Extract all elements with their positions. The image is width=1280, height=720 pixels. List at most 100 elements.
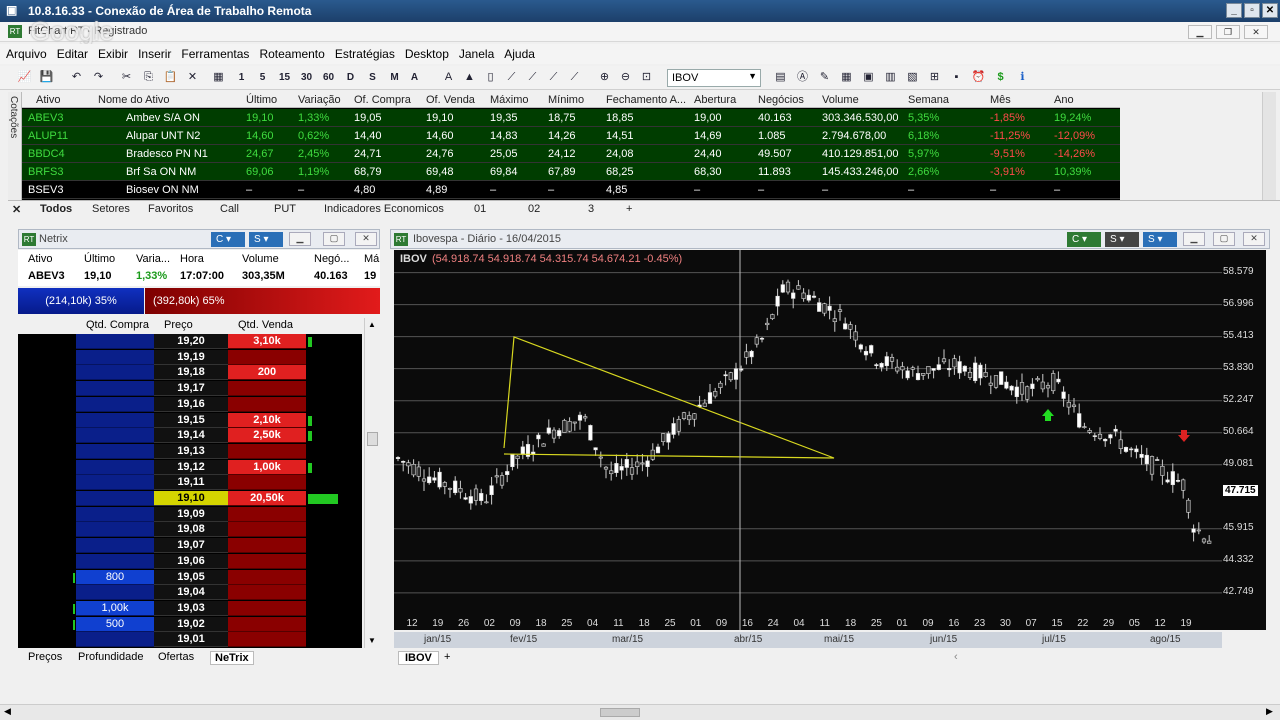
- book-row[interactable]: 19,11: [18, 475, 362, 491]
- draw-tool-icon-0[interactable]: A: [440, 69, 457, 86]
- netrix-tab[interactable]: Profundidade: [78, 651, 143, 663]
- book-row[interactable]: 19,07: [18, 538, 362, 554]
- tool-icon-3[interactable]: ▦: [838, 69, 855, 86]
- quote-row[interactable]: BRFS3 Brf Sa ON NM 69,06 1,19% 68,79 69,48 69,…: [22, 163, 1120, 181]
- symbol-select[interactable]: IBOV ▼: [667, 69, 761, 87]
- rd-close-button[interactable]: ✕: [1262, 3, 1278, 18]
- timeframe-S-button[interactable]: S: [364, 69, 381, 86]
- book-row[interactable]: 19,20 3,10k: [18, 334, 362, 349]
- book-scroll-thumb[interactable]: [367, 432, 378, 446]
- quotes-col-header[interactable]: Ativo: [36, 94, 60, 106]
- toolbar-icon-2[interactable]: ↶: [68, 69, 85, 86]
- draw-tool-icon-6[interactable]: ⟋: [566, 69, 583, 86]
- menu-item-8[interactable]: Janela: [453, 44, 498, 61]
- menu-item-4[interactable]: Ferramentas: [175, 44, 253, 61]
- timeframe-1-button[interactable]: 1: [233, 69, 250, 86]
- netrix-tab[interactable]: NeTrix: [210, 651, 254, 665]
- rd-restore-button[interactable]: ▫: [1244, 3, 1260, 18]
- tool-icon-6[interactable]: ▧: [904, 69, 921, 86]
- quotes-scrollbar[interactable]: [1262, 92, 1276, 200]
- toolbar-icon-0[interactable]: 📈: [16, 69, 33, 86]
- draw-tool-icon-5[interactable]: ⟋: [545, 69, 562, 86]
- book-row[interactable]: 19,14 2,50k: [18, 428, 362, 444]
- quotes-tab[interactable]: 02: [528, 203, 540, 215]
- quotes-tab[interactable]: Setores: [92, 203, 130, 215]
- draw-tool-icon-1[interactable]: ▲: [461, 69, 478, 86]
- book-row[interactable]: 19,04: [18, 585, 362, 601]
- quotes-col-header[interactable]: Ano: [1054, 94, 1074, 106]
- menu-item-0[interactable]: Arquivo: [0, 44, 51, 61]
- toolbar-icon-6[interactable]: 📋: [162, 69, 179, 86]
- tool-icon-5[interactable]: ▥: [882, 69, 899, 86]
- netrix-close-button[interactable]: ✕: [355, 232, 377, 246]
- menu-item-7[interactable]: Desktop: [399, 44, 453, 61]
- scroll-left-arrow-icon[interactable]: ◀: [4, 706, 11, 717]
- timeframe-M-button[interactable]: M: [386, 69, 403, 86]
- timeframe-D-button[interactable]: D: [342, 69, 359, 86]
- chart-maximize-button[interactable]: ▢: [1213, 232, 1235, 246]
- timeframe-60-button[interactable]: 60: [320, 69, 337, 86]
- netrix-maximize-button[interactable]: ▢: [323, 232, 345, 246]
- quotes-tab[interactable]: Indicadores Economicos: [324, 203, 444, 215]
- quotes-tab[interactable]: PUT: [274, 203, 296, 215]
- add-tab-icon[interactable]: +: [626, 203, 632, 215]
- netrix-s-button[interactable]: S ▾: [249, 232, 283, 247]
- tool-icon-2[interactable]: ✎: [816, 69, 833, 86]
- tool-icon-7[interactable]: ⊞: [926, 69, 943, 86]
- chart-c-button[interactable]: C ▾: [1067, 232, 1101, 247]
- app-restore-button[interactable]: ❐: [1216, 25, 1240, 39]
- quotes-col-header[interactable]: Variação: [298, 94, 341, 106]
- book-row[interactable]: 800 19,05: [18, 569, 362, 585]
- menu-item-3[interactable]: Inserir: [132, 44, 175, 61]
- zoom-icon-2[interactable]: ⊡: [638, 69, 655, 86]
- quotes-tab[interactable]: Todos: [40, 203, 72, 215]
- quotes-col-header[interactable]: Nome do Ativo: [98, 94, 170, 106]
- draw-tool-icon-3[interactable]: ⟋: [503, 69, 520, 86]
- quotes-tab[interactable]: 01: [474, 203, 486, 215]
- tool-icon-0[interactable]: ▤: [772, 69, 789, 86]
- book-row[interactable]: 19,06: [18, 553, 362, 569]
- book-row[interactable]: 19,18 200: [18, 365, 362, 381]
- tool-icon-1[interactable]: Ⓐ: [794, 69, 811, 86]
- menu-item-5[interactable]: Roteamento: [253, 44, 328, 61]
- quotes-tab[interactable]: 3: [588, 203, 594, 215]
- book-row[interactable]: 19,15 2,10k: [18, 412, 362, 428]
- quotes-side-tab[interactable]: Cotações: [8, 92, 22, 200]
- quotes-col-header[interactable]: Máximo: [490, 94, 529, 106]
- zoom-icon-1[interactable]: ⊖: [617, 69, 634, 86]
- book-row[interactable]: 19,17: [18, 381, 362, 397]
- timeframe-30-button[interactable]: 30: [298, 69, 315, 86]
- quotes-tab[interactable]: Favoritos: [148, 203, 193, 215]
- menu-item-2[interactable]: Exibir: [92, 44, 132, 61]
- menu-item-1[interactable]: Editar: [51, 44, 92, 61]
- scroll-left-icon[interactable]: ‹: [954, 651, 958, 663]
- tool-icon-4[interactable]: ▣: [860, 69, 877, 86]
- toolbar-icon-5[interactable]: ⎘: [140, 69, 157, 86]
- book-row[interactable]: 19,19: [18, 349, 362, 365]
- netrix-c-button[interactable]: C ▾: [211, 232, 245, 247]
- quotes-col-header[interactable]: Fechamento A...: [606, 94, 686, 106]
- menu-item-9[interactable]: Ajuda: [498, 44, 539, 61]
- quote-row[interactable]: BSEV3 Biosev ON NM – – 4,80 4,89 – – 4,85 – – – – – –: [22, 181, 1120, 199]
- toolbar-icon-1[interactable]: 💾: [38, 69, 55, 86]
- timeframe-A-button[interactable]: A: [406, 69, 423, 86]
- zoom-icon-0[interactable]: ⊕: [596, 69, 613, 86]
- chart-type-icon[interactable]: ▦: [210, 69, 227, 86]
- app-close-button[interactable]: ✕: [1244, 25, 1268, 39]
- quotes-col-header[interactable]: Último: [246, 94, 277, 106]
- toolbar-icon-4[interactable]: ✂: [118, 69, 135, 86]
- price-chart[interactable]: 12 19 26 02 09 18 25 04 11 18 25 01 09 16 24 04 11 18 25 01…: [394, 250, 1222, 630]
- chart-s-button-dark[interactable]: S ▾: [1105, 232, 1139, 247]
- book-row[interactable]: 19,01: [18, 632, 362, 648]
- tool-icon-9[interactable]: ⏰: [970, 69, 987, 86]
- tool-icon-10[interactable]: $: [992, 69, 1009, 86]
- toolbar-icon-7[interactable]: ✕: [184, 69, 201, 86]
- quotes-col-header[interactable]: Negócios: [758, 94, 804, 106]
- menu-item-6[interactable]: Estratégias: [329, 44, 399, 61]
- quotes-tab[interactable]: Call: [220, 203, 239, 215]
- price-axis[interactable]: 58.579 56.996 55.413 53.830 52.247 50.664 49.0…: [1222, 250, 1266, 630]
- book-row[interactable]: 1,00k 19,03: [18, 600, 362, 616]
- scroll-up-icon[interactable]: ▲: [368, 320, 376, 329]
- quotes-col-header[interactable]: Abertura: [694, 94, 736, 106]
- rd-minimize-button[interactable]: _: [1226, 3, 1242, 18]
